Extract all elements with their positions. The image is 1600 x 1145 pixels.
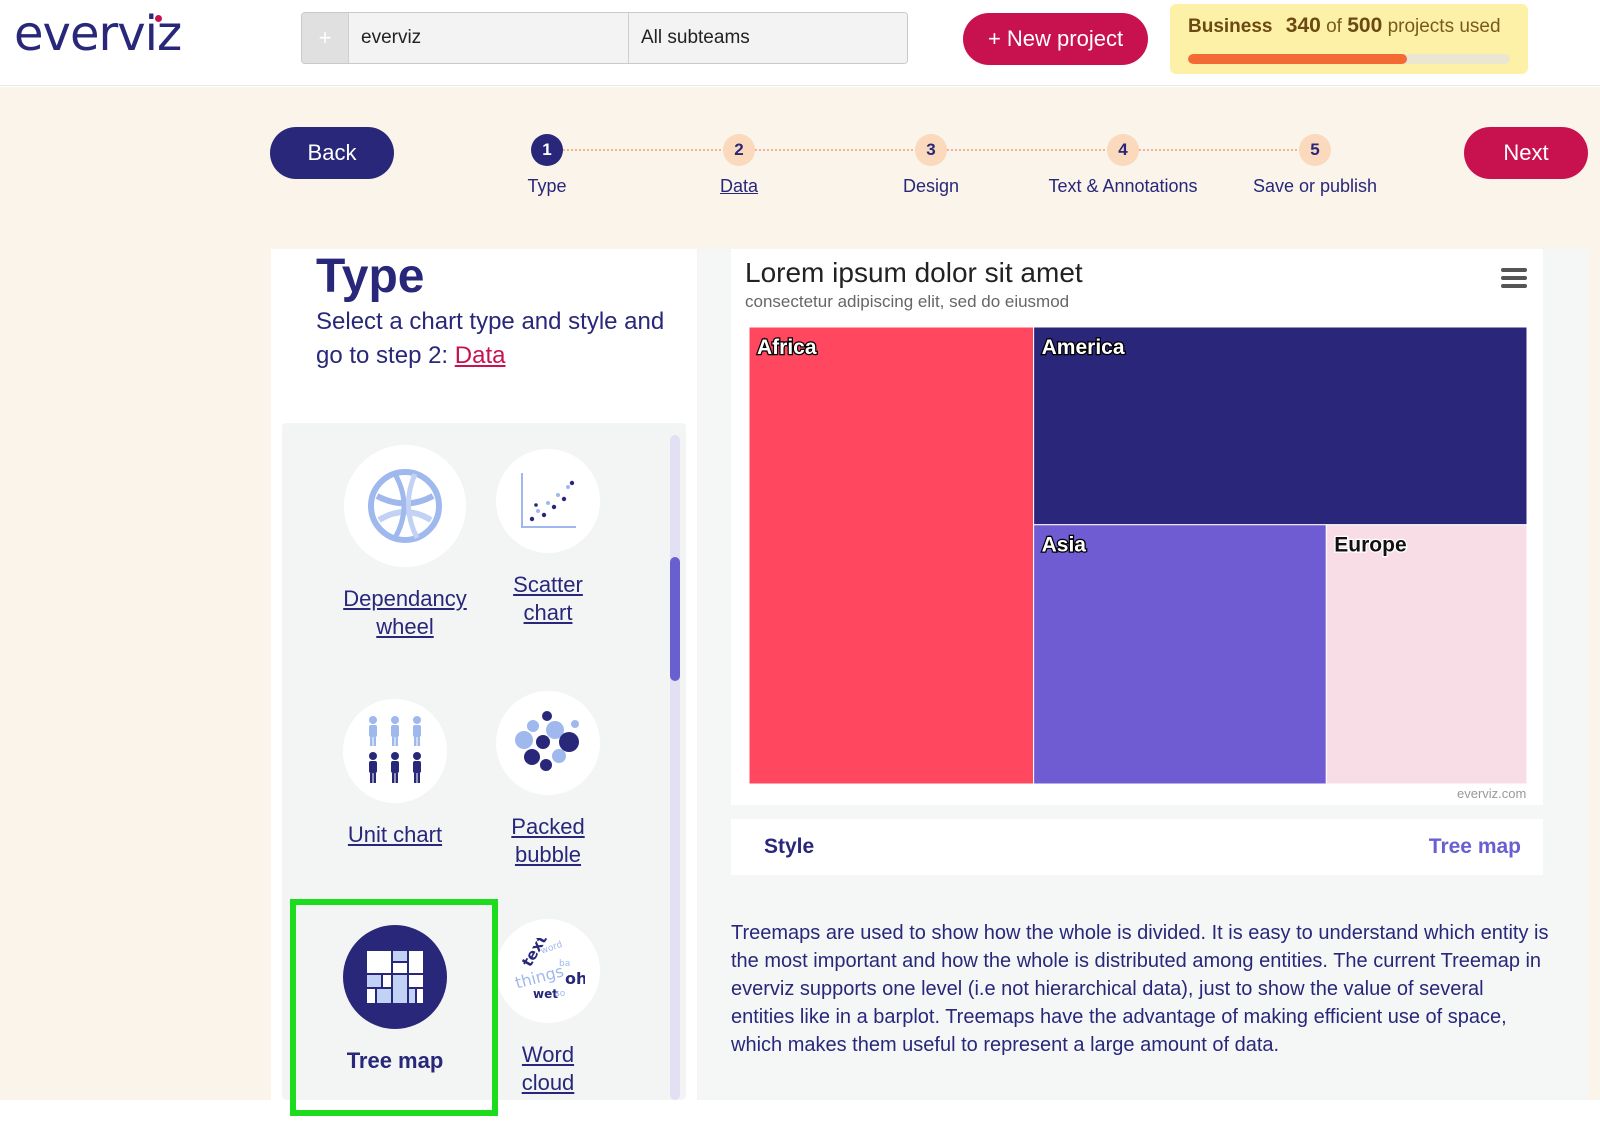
chart-type-dependency-wheel[interactable]: Dependancy wheel (330, 445, 480, 641)
chart-type-packed-bubble[interactable]: Packed bubble (496, 691, 600, 869)
chart-type-label: Unit chart (347, 822, 443, 847)
treemap-rect[interactable] (749, 327, 1035, 784)
word-cloud-icon: text word things ba oh wet so (496, 919, 600, 1023)
back-button[interactable]: Back (270, 127, 394, 179)
step-number: 1 (531, 134, 563, 166)
step-label: Type (527, 176, 567, 196)
step-label: Save or publish (1252, 176, 1378, 196)
treemap-label: America (1042, 336, 1125, 359)
plan-name: Business (1188, 16, 1273, 37)
step-data[interactable]: 2 Data (639, 134, 839, 197)
svg-text:oh: oh (565, 969, 585, 988)
team-selector: + everviz All subteams (301, 12, 908, 64)
new-project-button[interactable]: + New project (963, 13, 1148, 65)
step-save-publish[interactable]: 5 Save or publish (1215, 134, 1415, 197)
preview-panel: Lorem ipsum dolor sit amet consectetur a… (698, 249, 1588, 1100)
style-row[interactable]: Style Tree map (731, 819, 1543, 875)
treemap-rect[interactable] (1033, 524, 1327, 784)
chart-credit[interactable]: everviz.com (1457, 786, 1526, 801)
treemap-plot: Africa America Asia Europe (749, 327, 1527, 784)
style-value[interactable]: Tree map (1429, 835, 1521, 859)
plan-usage-box: Business 340 of 500 projects used (1170, 4, 1528, 74)
gallery-scrollbar[interactable] (670, 435, 680, 1100)
add-team-button[interactable]: + (302, 13, 349, 63)
logo-dot (155, 15, 162, 22)
packed-bubble-icon (496, 691, 600, 795)
chart-type-word-cloud[interactable]: text word things ba oh wet so Word cloud (496, 919, 600, 1097)
chart-type-scatter[interactable]: Scatter chart (496, 449, 600, 627)
treemap-svg: Africa America Asia Europe (749, 327, 1527, 784)
treemap-label: Asia (1042, 534, 1087, 557)
step-label: Design (902, 176, 960, 196)
treemap-rect[interactable] (1325, 524, 1527, 784)
chart-type-label: Scatter chart (513, 572, 583, 625)
chart-subtitle: consectetur adipiscing elit, sed do eius… (745, 292, 1070, 311)
step-number: 5 (1299, 134, 1331, 166)
subteam-select[interactable]: All subteams (629, 13, 907, 63)
team-field[interactable]: everviz (349, 13, 629, 63)
top-bar: everviz + everviz All subteams + New pro… (0, 0, 1600, 86)
step-label: Data (719, 176, 759, 196)
type-heading: Type (316, 250, 425, 303)
treemap-label: Africa (757, 336, 817, 359)
step-number: 3 (915, 134, 947, 166)
data-step-link[interactable]: Data (455, 342, 506, 369)
step-number: 2 (723, 134, 755, 166)
chart-preview: Lorem ipsum dolor sit amet consectetur a… (731, 249, 1543, 805)
type-instructions: Select a chart type and style and go to … (316, 305, 676, 373)
treemap-label: Europe (1334, 534, 1406, 557)
chart-type-unit[interactable]: Unit chart (330, 699, 460, 849)
step-number: 4 (1107, 134, 1139, 166)
usage-progress-fill (1188, 54, 1407, 64)
svg-text:so: so (555, 989, 566, 999)
usage-progress-track (1188, 54, 1510, 64)
treemap-cell-africa[interactable]: Africa (749, 327, 1035, 784)
chart-title: Lorem ipsum dolor sit amet (745, 257, 1083, 288)
next-button[interactable]: Next (1464, 127, 1588, 179)
style-label: Style (764, 835, 815, 858)
plan-usage-text: Business 340 of 500 projects used (1188, 14, 1501, 38)
hamburger-menu-icon[interactable] (1501, 268, 1527, 288)
unit-chart-icon (343, 699, 447, 803)
chart-type-description: Treemaps are used to show how the whole … (731, 922, 1549, 1056)
projects-used-count: 340 (1285, 14, 1321, 37)
of-label: of (1326, 16, 1342, 37)
chart-type-label: Word cloud (521, 1042, 575, 1095)
step-label: Text & Annotations (1048, 176, 1198, 196)
svg-text:ba: ba (559, 959, 570, 969)
scatter-chart-icon (496, 449, 600, 553)
chart-type-label: Packed bubble (511, 814, 585, 867)
chart-type-label: Dependancy wheel (343, 586, 467, 639)
projects-total-count: 500 (1347, 14, 1383, 37)
treemap-cell-europe[interactable]: Europe (1325, 524, 1527, 784)
step-design[interactable]: 3 Design (831, 134, 1031, 197)
step-type[interactable]: 1 Type (447, 134, 647, 197)
selected-highlight (290, 899, 498, 1116)
projects-used-suffix: projects used (1387, 16, 1501, 37)
gallery-scroll-thumb[interactable] (670, 557, 680, 681)
step-text-annotations[interactable]: 4 Text & Annotations (1023, 134, 1223, 197)
dependency-wheel-icon (344, 445, 466, 567)
treemap-cell-asia[interactable]: Asia (1033, 524, 1327, 784)
treemap-cell-america[interactable]: America (1033, 327, 1527, 526)
